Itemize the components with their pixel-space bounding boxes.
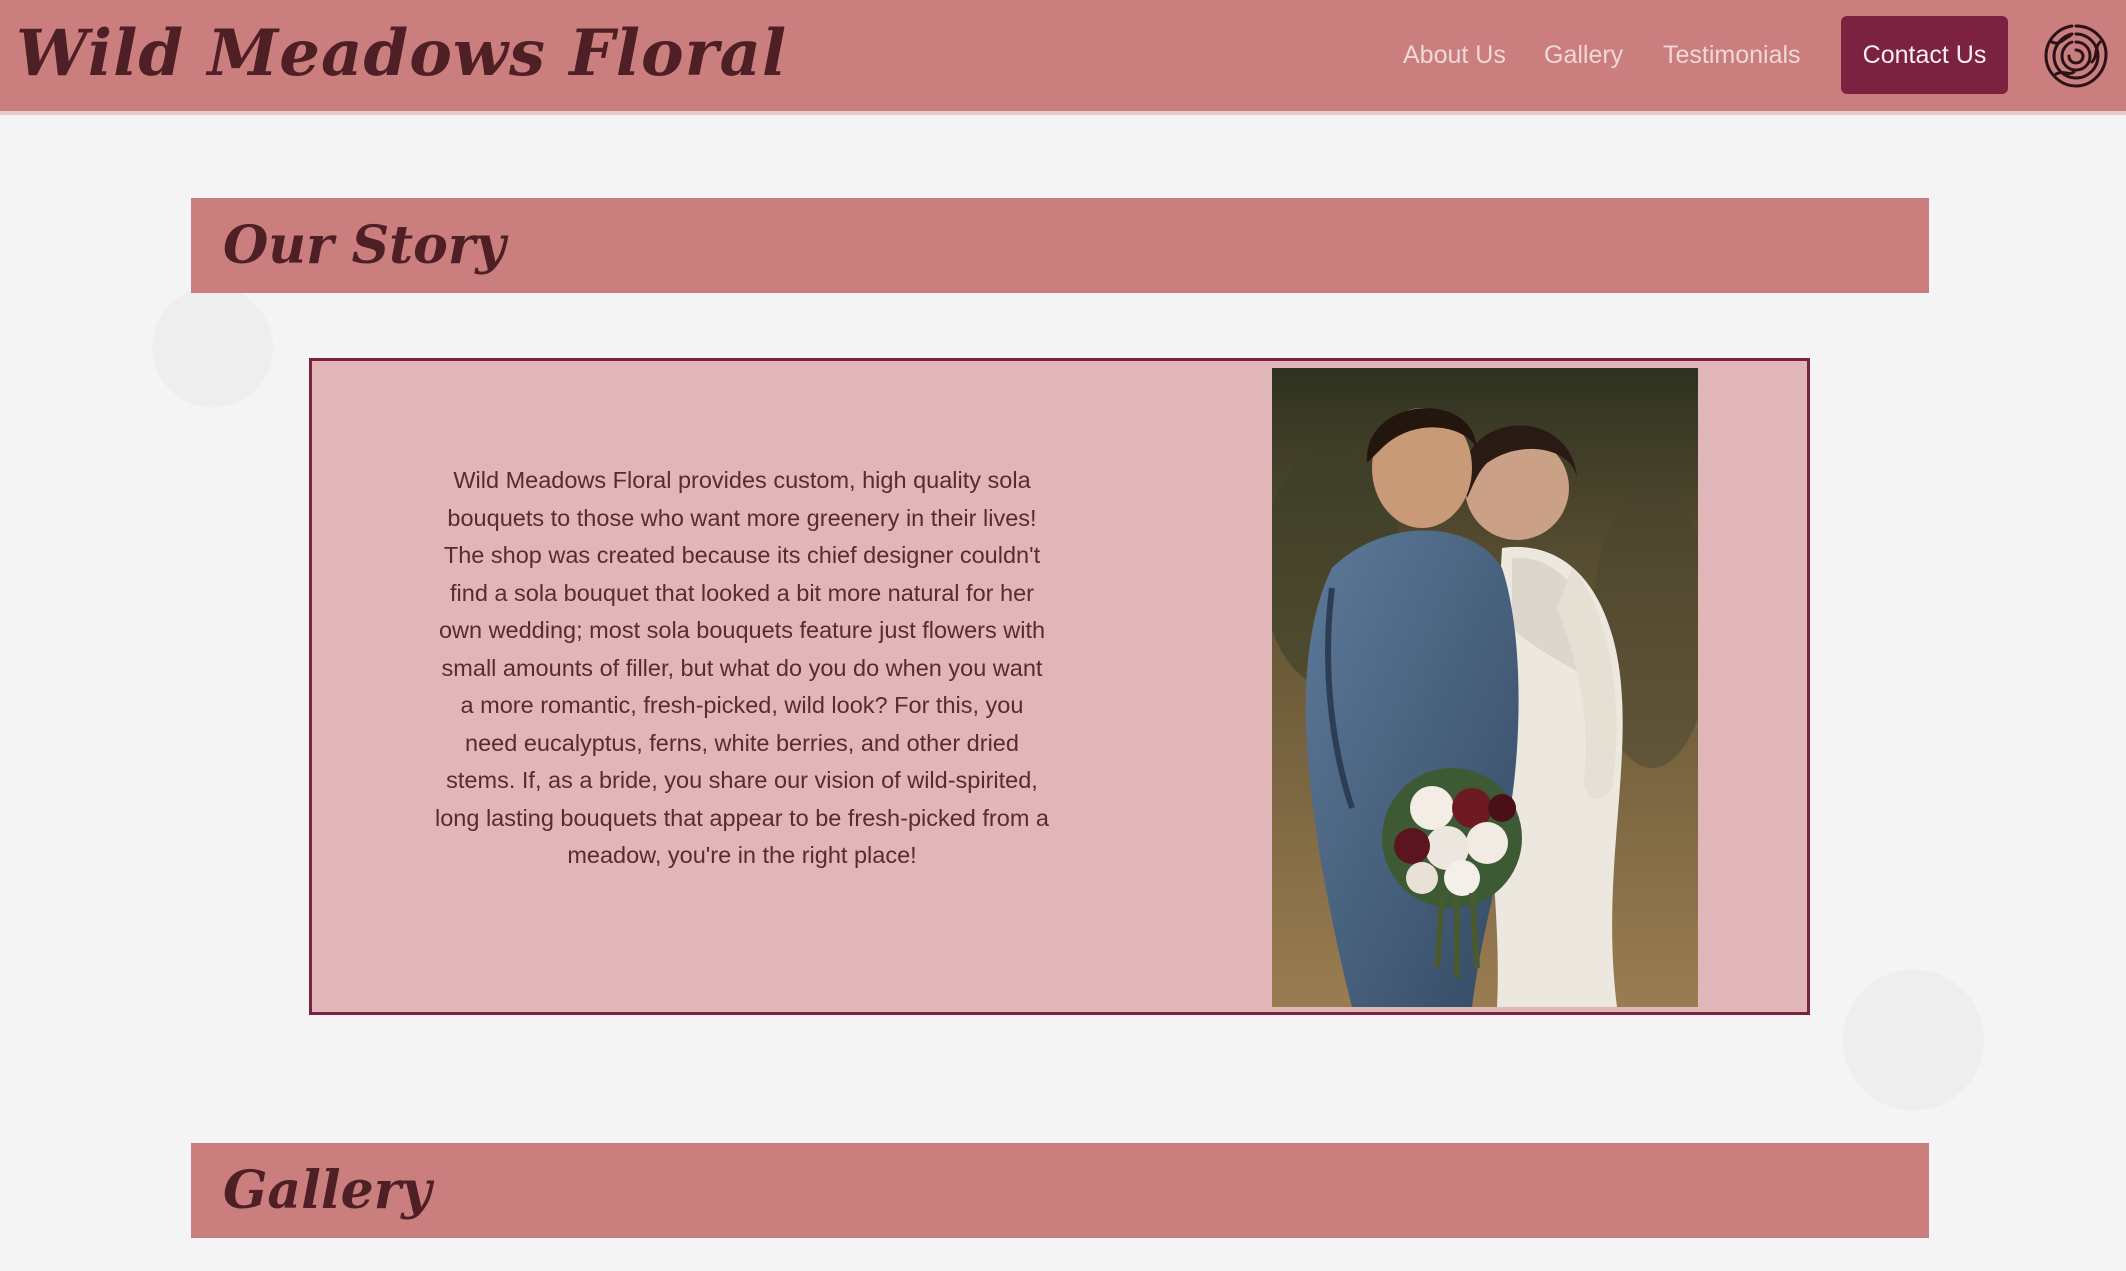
gallery-title: Gallery bbox=[223, 1160, 432, 1221]
wedding-couple-photo bbox=[1272, 368, 1698, 1007]
our-story-banner: Our Story bbox=[191, 198, 1929, 293]
brand-logo-text[interactable]: Wild Meadows Floral bbox=[16, 4, 787, 104]
nav-about-us[interactable]: About Us bbox=[1403, 34, 1506, 76]
site-header: Wild Meadows Floral About Us Gallery Tes… bbox=[0, 0, 2126, 115]
our-story-title: Our Story bbox=[223, 215, 506, 276]
contact-us-button[interactable]: Contact Us bbox=[1841, 16, 2008, 94]
nav-gallery[interactable]: Gallery bbox=[1544, 34, 1623, 76]
story-paragraph: Wild Meadows Floral provides custom, hig… bbox=[435, 467, 1049, 868]
story-card: Wild Meadows Floral provides custom, hig… bbox=[309, 358, 1810, 1015]
nav-testimonials[interactable]: Testimonials bbox=[1663, 34, 1801, 76]
gallery-banner: Gallery bbox=[191, 1143, 1929, 1238]
rose-icon[interactable] bbox=[2040, 20, 2112, 92]
